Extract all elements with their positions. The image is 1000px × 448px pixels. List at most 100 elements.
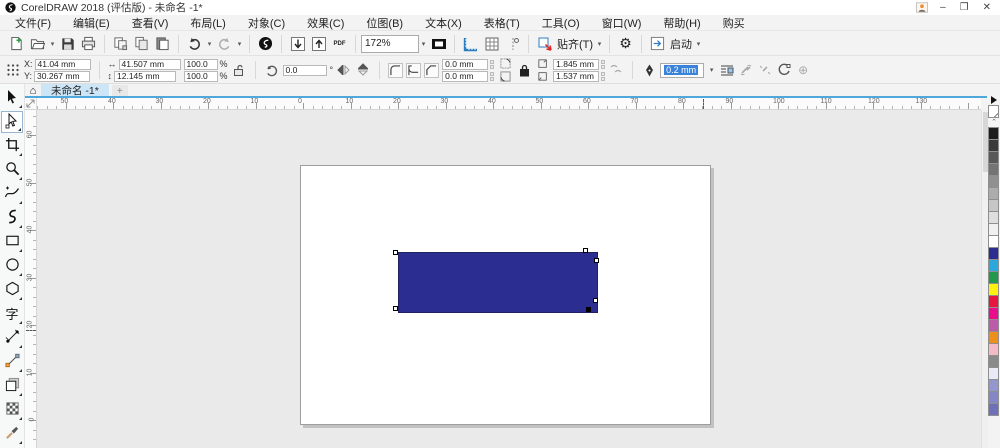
print-button[interactable]: [78, 34, 99, 54]
horizontal-ruler[interactable]: 50 40 30 20 10 0 10 20 30 40 50 60 70 80 90 100 110 120 13…: [37, 98, 981, 110]
snap-dropdown[interactable]: ▾: [595, 34, 604, 54]
selected-rectangle-object[interactable]: [398, 252, 598, 313]
open-button[interactable]: [27, 34, 48, 54]
launcher-label[interactable]: 启动: [670, 36, 692, 52]
fullscreen-preview-button[interactable]: [428, 34, 449, 54]
ruler-origin-box[interactable]: [25, 98, 37, 110]
node-handle-top-right[interactable]: [583, 248, 588, 253]
tool-zoom[interactable]: [1, 159, 23, 181]
vertical-ruler[interactable]: 60 50 40 30 20 10 0: [25, 110, 37, 448]
y-position-field[interactable]: 30.267 mm: [34, 70, 91, 82]
corner-radius-stepper-1[interactable]: [490, 59, 495, 69]
menu-item-9[interactable]: 表格(T): [473, 15, 531, 31]
copy-button[interactable]: [131, 34, 152, 54]
tool-connector[interactable]: [1, 351, 23, 373]
show-grid-button[interactable]: [481, 34, 502, 54]
menu-item-3[interactable]: 查看(V): [121, 15, 180, 31]
node-handle-selected[interactable]: [586, 307, 591, 312]
vertical-scrollbar[interactable]: [981, 110, 988, 448]
fillet-distance-field-2[interactable]: 1.537 mm: [553, 70, 600, 82]
drawing-canvas[interactable]: [37, 110, 981, 448]
redo-dropdown[interactable]: ▾: [235, 34, 244, 54]
palette-swatch-24[interactable]: [988, 403, 999, 416]
publish-pdf-button[interactable]: PDF: [329, 34, 350, 54]
tool-parallel-dimension[interactable]: [1, 327, 23, 349]
zoom-level-combo[interactable]: 172%: [361, 34, 419, 53]
redo-button[interactable]: [214, 34, 235, 54]
options-gear-icon[interactable]: ⚙: [615, 34, 636, 54]
menu-item-1[interactable]: 文件(F): [4, 15, 62, 31]
launcher-dropdown[interactable]: ▾: [694, 34, 703, 54]
menu-item-8[interactable]: 文本(X): [414, 15, 473, 31]
tool-rectangle[interactable]: [1, 231, 23, 253]
lock-corners-icon[interactable]: [516, 62, 532, 78]
link-button-1[interactable]: [738, 62, 754, 78]
lock-ratio-icon[interactable]: [231, 62, 247, 78]
object-width-field[interactable]: 41.507 mm: [118, 58, 181, 70]
menu-item-7[interactable]: 位图(B): [355, 15, 414, 31]
chamfer-curves-icon[interactable]: [608, 62, 624, 78]
tool-color-eyedropper[interactable]: [1, 423, 23, 445]
menu-item-13[interactable]: 购买: [712, 15, 756, 31]
tool-drop-shadow[interactable]: [1, 375, 23, 397]
tool-ellipse[interactable]: [1, 255, 23, 277]
tool-artistic-media[interactable]: [1, 207, 23, 229]
tool-shape[interactable]: [1, 111, 23, 133]
tool-polygon[interactable]: [1, 279, 23, 301]
outline-width-dropdown[interactable]: ▾: [707, 60, 716, 80]
node-handle-right-upper[interactable]: [594, 258, 599, 263]
node-handle-bottom-left[interactable]: [393, 306, 398, 311]
restore-button[interactable]: ❐: [960, 2, 969, 13]
relative-corner-top-icon[interactable]: [497, 58, 513, 70]
show-guidelines-button[interactable]: [502, 34, 523, 54]
tool-text[interactable]: 字: [1, 303, 23, 325]
palette-flyout-arrow[interactable]: [991, 96, 997, 104]
menu-item-12[interactable]: 帮助(H): [652, 15, 711, 31]
link-button-2[interactable]: [757, 62, 773, 78]
tool-pick[interactable]: [1, 87, 23, 109]
fillet-stepper-1[interactable]: [601, 59, 606, 69]
paste-button[interactable]: [152, 34, 173, 54]
relative-corner-bottom-icon[interactable]: [497, 71, 513, 83]
tool-transparency[interactable]: [1, 399, 23, 421]
scalloped-corner-button[interactable]: [406, 62, 422, 78]
import-button[interactable]: [287, 34, 308, 54]
tool-freehand[interactable]: [1, 183, 23, 205]
wrap-text-button[interactable]: [719, 62, 735, 78]
corner-radius-field-1[interactable]: 0.0 mm: [442, 58, 489, 70]
mirror-horizontal-button[interactable]: [336, 62, 352, 78]
menu-item-11[interactable]: 窗口(W): [591, 15, 653, 31]
menu-item-5[interactable]: 对象(C): [237, 15, 296, 31]
object-height-field[interactable]: 12.145 mm: [114, 70, 177, 82]
user-account-icon[interactable]: [916, 2, 929, 13]
menu-item-2[interactable]: 编辑(E): [62, 15, 121, 31]
minimize-button[interactable]: –: [940, 2, 946, 13]
node-handle-right-lower[interactable]: [593, 298, 598, 303]
save-button[interactable]: [57, 34, 78, 54]
tool-crop[interactable]: [1, 135, 23, 157]
x-position-field[interactable]: 41.04 mm: [34, 58, 91, 70]
scale-y-field[interactable]: 100.0: [183, 70, 218, 82]
position-target-icon[interactable]: ⊕: [795, 62, 811, 78]
export-button[interactable]: [308, 34, 329, 54]
cut-button[interactable]: [110, 34, 131, 54]
undo-button[interactable]: [184, 34, 205, 54]
corner-radius-stepper-2[interactable]: [490, 71, 495, 81]
no-fill-swatch[interactable]: [988, 105, 999, 118]
convert-to-curves-button[interactable]: [776, 62, 792, 78]
scale-x-field[interactable]: 100.0: [183, 58, 218, 70]
corner-radius-field-2[interactable]: 0.0 mm: [442, 70, 489, 82]
undo-dropdown[interactable]: ▾: [205, 34, 214, 54]
snap-label[interactable]: 贴齐(T): [557, 36, 593, 52]
round-corner-button[interactable]: [388, 62, 404, 78]
open-dropdown[interactable]: ▾: [48, 34, 57, 54]
new-document-button[interactable]: [6, 34, 27, 54]
node-handle-top-left[interactable]: [393, 250, 398, 255]
zoom-level-dropdown[interactable]: ▾: [419, 34, 428, 54]
fillet-stepper-2[interactable]: [601, 71, 606, 81]
outline-width-combo[interactable]: 0.2 mm: [660, 62, 705, 78]
menu-item-4[interactable]: 布局(L): [179, 15, 236, 31]
menu-item-6[interactable]: 效果(C): [296, 15, 355, 31]
search-content-button[interactable]: [255, 34, 276, 54]
chamfered-corner-button[interactable]: [424, 62, 440, 78]
